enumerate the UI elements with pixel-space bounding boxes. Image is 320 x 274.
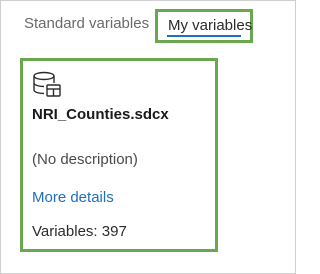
active-tab-indicator xyxy=(167,35,241,37)
more-details-link[interactable]: More details xyxy=(32,189,114,206)
file-description: (No description) xyxy=(32,151,138,168)
variable-tabs: Standard variables My variables xyxy=(0,0,296,46)
database-icon xyxy=(32,71,62,99)
tab-my-variables[interactable]: My variables xyxy=(155,9,253,43)
variable-file-card[interactable]: NRI_Counties.sdcx (No description) More … xyxy=(20,58,218,252)
file-name: NRI_Counties.sdcx xyxy=(32,106,169,123)
tab-standard-variables[interactable]: Standard variables xyxy=(24,15,149,32)
tab-my-variables-label: My variables xyxy=(168,17,253,34)
variables-count: Variables: 397 xyxy=(32,223,127,240)
